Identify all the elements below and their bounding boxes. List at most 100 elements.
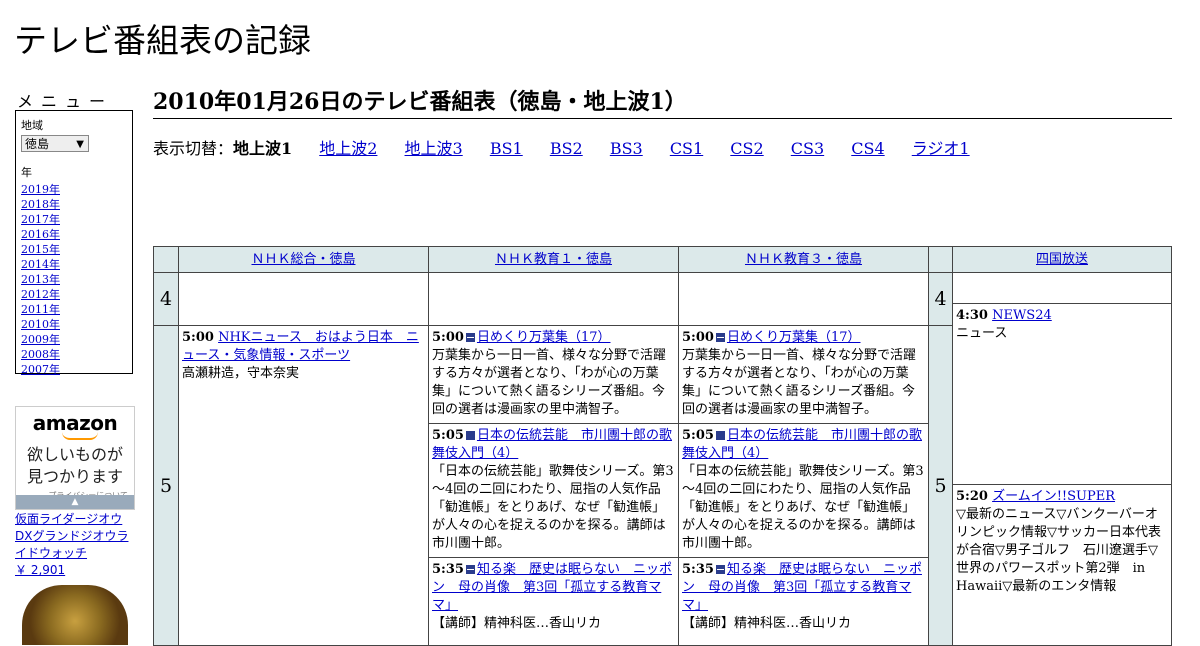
- program-desc: ▽最新のニュース▽バンクーバーオリンピック情報▽サッカー日本代表が合宿▽男子ゴル…: [956, 507, 1161, 594]
- program-title-link[interactable]: NEWS24: [992, 308, 1052, 323]
- program-time: 5:35: [432, 562, 464, 577]
- program-time: 4:30: [956, 308, 988, 323]
- page-heading: 2010年01月26日のテレビ番組表（徳島・地上波1）: [153, 84, 1172, 119]
- ad-product-price[interactable]: ￥ 2,901: [15, 563, 65, 577]
- amazon-logo: amazon: [32, 411, 118, 435]
- program-time: 5:20: [956, 489, 988, 504]
- switch-link-terrestrial2[interactable]: 地上波2: [319, 139, 377, 158]
- hour-header-left: [154, 247, 179, 273]
- hour-cell-5-left: 5: [154, 326, 179, 646]
- ad-text-line1: 欲しいものが: [26, 445, 123, 464]
- empty-slot: [429, 273, 679, 326]
- display-switcher: 表示切替：地上波1 地上波2 地上波3 BS1 BS2 BS3 CS1 CS2 …: [153, 135, 992, 159]
- program-desc: 「日本の伝統芸能」歌舞伎シリーズ。第3～4回の二回にわたり、屈指の人気作品「勧進…: [682, 464, 924, 551]
- program-cell: 5:35 知る楽 歴史は眠らない ニッポン 母の肖像 第3回「孤立する教育ママ」 …: [679, 558, 929, 646]
- year-link-2012[interactable]: 2012年: [21, 288, 60, 301]
- empty-slot: [953, 273, 1171, 304]
- program-time: 5:00: [432, 330, 464, 345]
- ad-product: 仮面ライダージオウ DXグランドジオウライドウォッチ ￥ 2,901: [15, 511, 135, 579]
- channel-link-nhk-edu3[interactable]: ＮＨＫ教育３・徳島: [745, 252, 862, 267]
- ad-text-line2: 見つかります: [26, 467, 123, 486]
- year-link-2018[interactable]: 2018年: [21, 198, 60, 211]
- caption-icon: [715, 565, 725, 574]
- year-label: 年: [21, 166, 32, 179]
- program-title-link[interactable]: ズームイン!!SUPER: [992, 489, 1115, 504]
- program-desc: 高瀬耕造，守本奈実: [182, 366, 300, 381]
- program-grid: ＮＨＫ総合・徳島 ＮＨＫ教育１・徳島 ＮＨＫ教育３・徳島 四国放送 4 4 5 …: [153, 246, 1172, 646]
- channel-header-shikoku: 四国放送: [953, 247, 1171, 273]
- hour-label: 5: [159, 474, 173, 497]
- amazon-ad-banner[interactable]: amazon 欲しいものが 見つかります プライバシーについて ▲: [15, 406, 135, 510]
- menu-box: 地域 徳島 ▼ 年 2019年 2018年 2017年 2016年 2015年 …: [15, 110, 133, 377]
- year-link-2017[interactable]: 2017年: [21, 213, 60, 226]
- year-link-2013[interactable]: 2013年: [21, 273, 60, 286]
- switch-link-cs4[interactable]: CS4: [851, 139, 884, 158]
- channel-link-nhk-edu1[interactable]: ＮＨＫ教育１・徳島: [495, 252, 612, 267]
- program-desc: 万葉集から一日一首、様々な分野で活躍する方々が選者となり、「わが心の万葉集」につ…: [432, 348, 667, 417]
- ad-product-link[interactable]: 仮面ライダージオウ DXグランドジオウライドウォッチ: [15, 512, 128, 560]
- program-desc: 【講師】精神科医…香山リカ: [682, 616, 852, 631]
- caption-icon: [715, 333, 725, 342]
- switch-link-radio1[interactable]: ラジオ1: [912, 139, 970, 158]
- year-list: 2019年 2018年 2017年 2016年 2015年 2014年 2013…: [21, 182, 127, 377]
- year-link-2007[interactable]: 2007年: [21, 363, 60, 376]
- switch-link-cs2[interactable]: CS2: [730, 139, 763, 158]
- ad-text: 欲しいものが 見つかります: [16, 444, 134, 488]
- program-time: 5:05: [682, 428, 714, 443]
- year-link-2014[interactable]: 2014年: [21, 258, 60, 271]
- hour-cell-4-right: 4: [929, 273, 953, 326]
- program-title-link[interactable]: 日めくり万葉集（17）: [727, 330, 861, 345]
- switch-link-cs1[interactable]: CS1: [670, 139, 703, 158]
- hour-header-right: [929, 247, 953, 273]
- switch-link-cs3[interactable]: CS3: [791, 139, 824, 158]
- year-link-2009[interactable]: 2009年: [21, 333, 60, 346]
- year-link-2019[interactable]: 2019年: [21, 183, 60, 196]
- site-title: テレビ番組表の記録: [14, 21, 311, 60]
- program-cell: 4:30 NEWS24 ニュース: [953, 304, 1171, 485]
- program-desc: 【講師】精神科医…香山リカ: [432, 616, 602, 631]
- year-link-2008[interactable]: 2008年: [21, 348, 60, 361]
- empty-slot: [179, 273, 429, 326]
- program-title-link[interactable]: 日めくり万葉集（17）: [477, 330, 611, 345]
- hour-cell-5-right: 5: [929, 326, 953, 646]
- program-time: 5:00: [182, 330, 214, 345]
- year-link-2010[interactable]: 2010年: [21, 318, 60, 331]
- channel-link-shikoku[interactable]: 四国放送: [1036, 252, 1088, 267]
- switcher-current: 地上波1: [233, 139, 293, 158]
- program-desc: 万葉集から一日一首、様々な分野で活躍する方々が選者となり、「わが心の万葉集」につ…: [682, 348, 917, 417]
- program-desc: ニュース: [956, 326, 1008, 341]
- year-link-2016[interactable]: 2016年: [21, 228, 60, 241]
- program-cell: 5:35 知る楽 歴史は眠らない ニッポン 母の肖像 第3回「孤立する教育ママ」 …: [429, 558, 679, 646]
- program-cell: 5:05 日本の伝統芸能 市川團十郎の歌舞伎入門（4） 「日本の伝統芸能」歌舞伎シ…: [429, 424, 679, 558]
- menu-label: メニュー: [17, 92, 114, 111]
- year-link-2015[interactable]: 2015年: [21, 243, 60, 256]
- switch-link-bs1[interactable]: BS1: [490, 139, 523, 158]
- ad-product-image[interactable]: [22, 585, 128, 645]
- hour-label: 5: [934, 474, 947, 497]
- program-cell: 5:00 NHKニュース おはよう日本 ニュース・気象情報・スポーツ 高瀬耕造，…: [179, 326, 429, 646]
- hour-cell-4-left: 4: [154, 273, 179, 326]
- caption-icon: [465, 565, 475, 574]
- hour-label: 4: [934, 288, 947, 310]
- region-label: 地域: [21, 119, 43, 132]
- switch-link-bs2[interactable]: BS2: [550, 139, 583, 158]
- dropdown-arrow-icon: ▼: [76, 139, 84, 150]
- empty-slot: [679, 273, 929, 326]
- program-title-link[interactable]: NHKニュース おはよう日本 ニュース・気象情報・スポーツ: [182, 330, 419, 363]
- program-time: 5:05: [432, 428, 464, 443]
- program-cell: 5:00 日めくり万葉集（17） 万葉集から一日一首、様々な分野で活躍する方々が選…: [679, 326, 929, 424]
- channel-header-nhk-edu3: ＮＨＫ教育３・徳島: [679, 247, 929, 273]
- region-select[interactable]: 徳島 ▼: [21, 135, 89, 152]
- hd-icon: [715, 431, 725, 440]
- chevron-up-icon: ▲: [71, 497, 79, 507]
- hour-label: 4: [159, 288, 173, 310]
- hd-icon: [465, 431, 475, 440]
- switch-link-bs3[interactable]: BS3: [610, 139, 643, 158]
- switch-link-terrestrial3[interactable]: 地上波3: [405, 139, 463, 158]
- year-link-2011[interactable]: 2011年: [21, 303, 60, 316]
- ad-collapse-bar[interactable]: ▲: [16, 495, 134, 509]
- program-time: 5:00: [682, 330, 714, 345]
- program-desc: 「日本の伝統芸能」歌舞伎シリーズ。第3～4回の二回にわたり、屈指の人気作品「勧進…: [432, 464, 674, 551]
- channel-link-nhk-sogo[interactable]: ＮＨＫ総合・徳島: [251, 252, 355, 267]
- program-cell: 5:00 日めくり万葉集（17） 万葉集から一日一首、様々な分野で活躍する方々が選…: [429, 326, 679, 424]
